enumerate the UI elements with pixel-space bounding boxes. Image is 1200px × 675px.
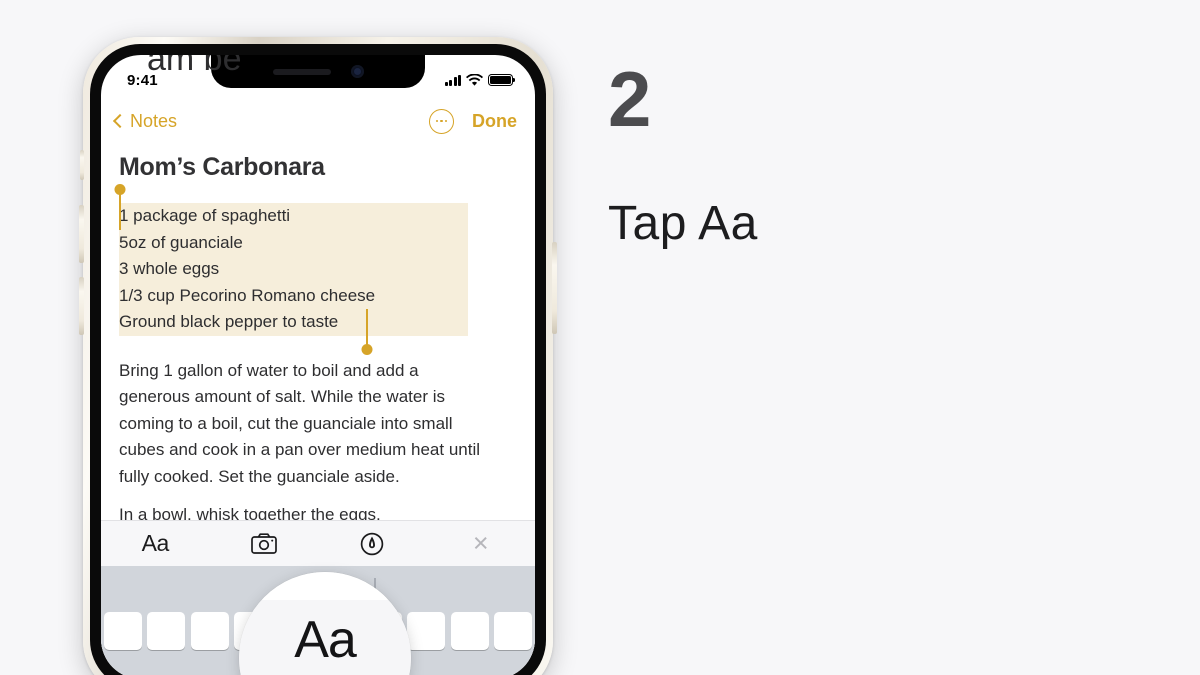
camera-icon: [250, 533, 277, 554]
magnifier-lens: Aa: [239, 572, 411, 675]
more-options-icon[interactable]: [429, 108, 454, 134]
magnifier-top-band: [239, 572, 411, 600]
status-time: 9:41: [127, 71, 158, 89]
selection-handle-end[interactable]: [366, 309, 369, 350]
battery-icon: [488, 74, 516, 86]
ingredient-line: Ground black pepper to taste: [119, 309, 469, 336]
ingredient-line: 3 whole eggs: [119, 256, 469, 283]
note-paragraph: Bring 1 gallon of water to boil and add …: [119, 360, 481, 486]
close-icon: ×: [472, 528, 489, 558]
back-to-notes-button[interactable]: Notes: [112, 111, 177, 132]
aa-format-icon: Aa: [141, 530, 170, 556]
camera-button[interactable]: [210, 533, 319, 554]
chevron-left-icon: [112, 113, 128, 129]
note-title: Mom’s Carbonara: [119, 153, 325, 181]
power-button[interactable]: [552, 242, 557, 334]
device-screen: 9:41 Notes Done Mom’s Carbonara 1 packag…: [101, 55, 535, 675]
done-button[interactable]: Done: [472, 111, 517, 132]
volume-up-button[interactable]: [79, 205, 84, 263]
nav-bar-actions: Done: [429, 108, 517, 134]
selected-text-block[interactable]: 1 package of spaghetti 5oz of guanciale …: [119, 189, 469, 350]
earpiece-speaker-icon: [272, 68, 331, 75]
keyboard-key[interactable]: [147, 612, 186, 650]
navigation-bar: Notes Done: [101, 99, 535, 143]
markup-pen-icon: [361, 532, 384, 555]
keyboard-key[interactable]: [104, 612, 142, 650]
keyboard-key[interactable]: [494, 612, 532, 650]
device-bezel: 9:41 Notes Done Mom’s Carbonara 1 packag…: [90, 44, 546, 675]
ingredient-line: 1/3 cup Pecorino Romano cheese: [119, 282, 469, 309]
back-button-label: Notes: [130, 110, 178, 131]
ingredient-line: 1 package of spaghetti: [119, 203, 469, 230]
mute-switch-button[interactable]: [80, 150, 84, 180]
magnifier-focus-band: Aa: [239, 600, 411, 675]
wifi-icon: [466, 73, 483, 86]
device-notch: [211, 55, 425, 88]
step-instruction-text: Tap Aa: [608, 197, 758, 250]
markup-button[interactable]: [318, 532, 427, 556]
volume-down-button[interactable]: [79, 277, 84, 335]
close-toolbar-button[interactable]: ×: [427, 530, 536, 557]
note-editor-toolbar: Aa ×: [101, 520, 535, 566]
keyboard-key[interactable]: [190, 612, 229, 650]
magnified-aa-label: Aa: [294, 611, 357, 669]
iphone-device: 9:41 Notes Done Mom’s Carbonara 1 packag…: [79, 37, 557, 675]
status-indicators: [444, 73, 516, 87]
keyboard-key[interactable]: [450, 612, 489, 650]
front-camera-icon: [350, 65, 364, 78]
instruction-panel: 2 Tap Aa: [608, 60, 1128, 251]
keyboard-key[interactable]: [407, 612, 446, 650]
format-text-button[interactable]: Aa: [101, 530, 210, 557]
step-number: 2: [608, 55, 651, 143]
ingredient-line: 5oz of guanciale: [119, 229, 469, 256]
selection-handle-start[interactable]: [119, 189, 122, 230]
cellular-signal-icon: [444, 74, 461, 86]
